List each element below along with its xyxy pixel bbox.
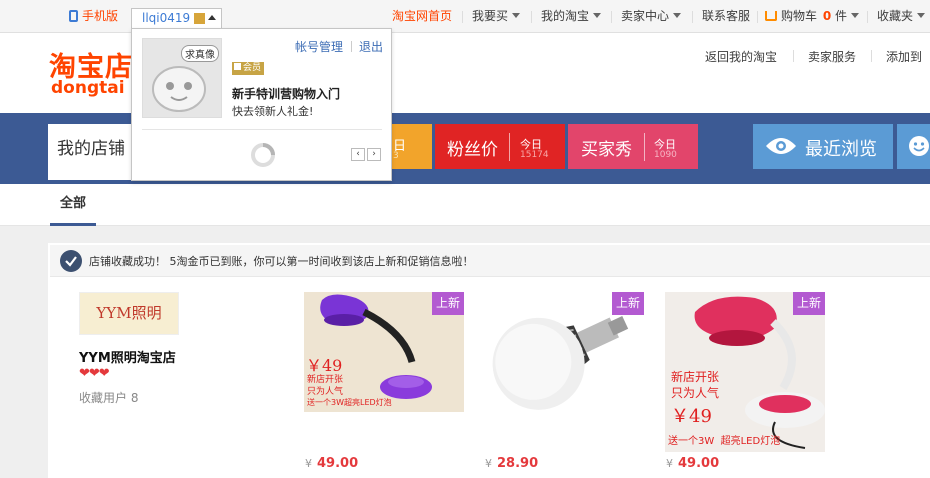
member-badge[interactable]: 会员 — [232, 62, 265, 75]
new-arrival-tag: 上新 — [432, 292, 464, 315]
favorites-menu[interactable]: 收藏夹 — [877, 0, 926, 33]
want-buy-label: 我要买 — [472, 9, 509, 23]
loading-spinner-icon — [251, 143, 275, 167]
user-dropdown-panel: 求真像 帐号管理 退出 会员 新手特训营购物入门 快去领新人礼金! ‹ › — [131, 28, 392, 181]
chevron-down-icon — [851, 13, 860, 18]
promo-line: 送一个3W超亮LED灯泡 — [307, 398, 392, 407]
divider — [531, 11, 532, 23]
collectors-count: 收藏用户 8 — [79, 391, 139, 405]
username: llqi0419 — [142, 11, 191, 25]
back-my-taobao-link[interactable]: 返回我的淘宝 — [705, 48, 777, 65]
cart-label: 购物车 — [781, 9, 818, 23]
cart-unit: 件 — [835, 9, 848, 23]
promo-line: 送一个3W 超亮LED灯泡 — [668, 436, 781, 447]
currency-symbol: ¥ — [666, 457, 673, 470]
price-value: 49.00 — [317, 456, 359, 471]
tab-divider — [644, 133, 645, 161]
chevron-down-icon — [673, 13, 682, 18]
divider — [611, 11, 612, 23]
recent-browse-button[interactable]: 最近浏览 — [753, 124, 893, 169]
eye-icon — [766, 138, 796, 154]
chevron-down-icon — [593, 13, 602, 18]
prev-button[interactable]: ‹ — [351, 148, 365, 161]
buyer-count: 1090 — [654, 150, 677, 160]
avatar-bubble: 求真像 — [181, 45, 219, 62]
account-management-link[interactable]: 帐号管理 — [295, 38, 343, 55]
add-to-link[interactable]: 添加到 — [886, 48, 922, 65]
divider — [142, 129, 382, 130]
product-price: ¥49.00 — [305, 456, 358, 471]
phone-icon — [69, 10, 78, 22]
recent-browse-label: 最近浏览 — [805, 139, 877, 160]
promo-price: ￥49 — [671, 406, 712, 427]
daily-tab[interactable]: 日 3 — [391, 124, 432, 169]
content-tab-bar — [0, 184, 930, 226]
check-icon — [60, 250, 82, 272]
next-button[interactable]: › — [367, 148, 381, 161]
cart-link[interactable]: 购物车 0 件 — [765, 0, 860, 33]
price-value: 28.90 — [497, 456, 539, 471]
my-taobao-label: 我的淘宝 — [541, 9, 590, 23]
product-price: ¥49.00 — [666, 456, 719, 471]
divider — [871, 50, 872, 62]
credit-hearts: ❤❤❤ — [79, 366, 110, 381]
member-badge-label: 会员 — [243, 63, 262, 73]
tab-all[interactable]: 全部 — [50, 184, 96, 226]
fans-price-tab[interactable]: 粉丝价 今日 15174 — [435, 124, 565, 169]
chevron-down-icon — [512, 13, 521, 18]
promo-line: 只为人气 — [307, 387, 344, 397]
notice-text: 店铺收藏成功！ 5淘金币已到账，你可以第一时间收到该店上新和促销信息啦！ — [89, 255, 474, 268]
favorites-label: 收藏夹 — [877, 9, 914, 23]
more-feature-button[interactable] — [897, 124, 930, 169]
contact-service-link[interactable]: 联系客服 — [702, 0, 750, 33]
seller-service-link[interactable]: 卖家服务 — [808, 48, 856, 65]
buyer-show-tab[interactable]: 买家秀 今日 1090 — [568, 124, 698, 169]
seller-center-label: 卖家中心 — [621, 9, 670, 23]
product-price: ¥28.90 — [485, 456, 538, 471]
divider — [757, 11, 758, 23]
divider — [793, 50, 794, 62]
user-menu-trigger[interactable]: llqi0419 — [131, 8, 222, 29]
currency-symbol: ¥ — [485, 457, 492, 470]
logout-link[interactable]: 退出 — [359, 38, 383, 55]
fans-price-label: 粉丝价 — [447, 140, 498, 160]
smiley-icon — [909, 136, 929, 156]
divider — [462, 11, 463, 23]
currency-symbol: ¥ — [305, 457, 312, 470]
shop-logo[interactable]: YYM照明 — [79, 292, 179, 335]
my-taobao-menu[interactable]: 我的淘宝 — [541, 0, 602, 33]
avatar[interactable]: 求真像 — [142, 38, 222, 118]
tab-divider — [509, 133, 510, 161]
fans-count: 15174 — [520, 150, 549, 160]
level-icon — [194, 13, 205, 24]
price-value: 49.00 — [678, 456, 720, 471]
caret-up-icon — [208, 15, 216, 20]
taobao-home-link[interactable]: 淘宝网首页 — [392, 0, 452, 33]
seller-center-menu[interactable]: 卖家中心 — [621, 0, 682, 33]
promo-line: 只为人气 — [671, 386, 720, 400]
cart-icon — [765, 11, 777, 21]
buyer-show-label: 买家秀 — [581, 140, 632, 160]
chevron-down-icon — [917, 13, 926, 18]
site-logo-subtitle: dongtai — [51, 78, 125, 98]
want-buy-menu[interactable]: 我要买 — [472, 0, 521, 33]
shop-name[interactable]: YYM照明淘宝店 — [79, 347, 176, 366]
mobile-version-link[interactable]: 手机版 — [69, 0, 118, 33]
divider — [867, 11, 868, 23]
daily-tab-count: 3 — [393, 151, 399, 161]
promo-subtitle[interactable]: 快去领新人礼金! — [232, 103, 313, 119]
new-arrival-tag: 上新 — [793, 292, 825, 315]
cart-count: 0 — [822, 9, 832, 23]
mobile-version-label: 手机版 — [82, 9, 119, 23]
promo-line: 新店开张 — [671, 370, 720, 384]
promo-title[interactable]: 新手特训营购物入门 — [232, 85, 340, 102]
level-icon — [234, 63, 241, 70]
product-image[interactable]: 新店开张 只为人气 ￥49 送一个3W 超亮LED灯泡 — [665, 292, 825, 452]
divider — [692, 11, 693, 23]
divider — [351, 41, 352, 52]
new-arrival-tag: 上新 — [612, 292, 644, 315]
